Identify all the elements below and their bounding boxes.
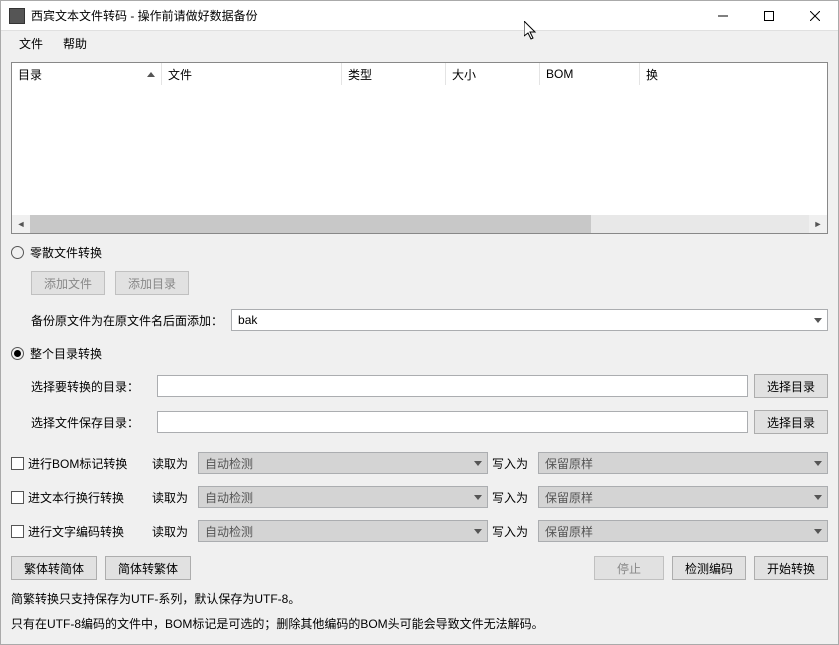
backup-suffix-combo[interactable]: bak: [231, 309, 828, 331]
radio-single-files[interactable]: [11, 246, 24, 259]
source-dir-label: 选择要转换的目录：: [31, 378, 151, 395]
mode-whole-dir[interactable]: 整个目录转换: [11, 335, 828, 368]
chevron-down-icon[interactable]: [809, 487, 827, 507]
col-dir[interactable]: 目录: [12, 63, 162, 85]
bom-read-combo[interactable]: 自动检测: [198, 452, 488, 474]
save-dir-label: 选择文件保存目录：: [31, 414, 151, 431]
menu-file[interactable]: 文件: [9, 31, 53, 56]
col-line[interactable]: 换: [640, 63, 827, 85]
menubar: 文件 帮助: [1, 31, 838, 56]
start-button[interactable]: 开始转换: [754, 556, 828, 580]
radio-whole-dir[interactable]: [11, 347, 24, 360]
col-size[interactable]: 大小: [446, 63, 540, 85]
line-write-label: 写入为: [492, 489, 534, 506]
window-title: 西宾文本文件转码 - 操作前请做好数据备份: [31, 7, 700, 24]
encoding-write-label: 写入为: [492, 523, 534, 540]
encoding-read-label: 读取为: [152, 523, 194, 540]
titlebar: 西宾文本文件转码 - 操作前请做好数据备份: [1, 1, 838, 31]
bom-read-label: 读取为: [152, 455, 194, 472]
minimize-button[interactable]: [700, 1, 746, 31]
bom-write-combo[interactable]: 保留原样: [538, 452, 828, 474]
detect-button[interactable]: 检测编码: [672, 556, 746, 580]
choose-source-dir-button[interactable]: 选择目录: [754, 374, 828, 398]
mode-single-files-label: 零散文件转换: [30, 244, 102, 261]
col-file[interactable]: 文件: [162, 63, 342, 85]
close-button[interactable]: [792, 1, 838, 31]
chevron-down-icon[interactable]: [469, 487, 487, 507]
source-dir-input[interactable]: [157, 375, 748, 397]
line-write-combo[interactable]: 保留原样: [538, 486, 828, 508]
maximize-button[interactable]: [746, 1, 792, 31]
hint-bom: 只有在UTF-8编码的文件中，BOM标记是可选的；删除其他编码的BOM头可能会导…: [11, 609, 828, 634]
app-icon: [9, 8, 25, 24]
menu-help[interactable]: 帮助: [53, 31, 97, 56]
file-table: 目录 文件 类型 大小 BOM 换 ◄ ►: [11, 62, 828, 234]
backup-label: 备份原文件为在原文件名后面添加：: [31, 312, 223, 329]
line-read-combo[interactable]: 自动检测: [198, 486, 488, 508]
line-read-label: 读取为: [152, 489, 194, 506]
backup-suffix-value: bak: [238, 313, 257, 327]
hint-utf: 简繁转换只支持保存为UTF-系列，默认保存为UTF-8。: [11, 584, 828, 609]
chevron-down-icon[interactable]: [469, 453, 487, 473]
bom-write-label: 写入为: [492, 455, 534, 472]
chevron-down-icon[interactable]: [809, 521, 827, 541]
encoding-write-combo[interactable]: 保留原样: [538, 520, 828, 542]
mode-single-files[interactable]: 零散文件转换: [11, 234, 828, 267]
trad-to-simp-button[interactable]: 繁体转简体: [11, 556, 97, 580]
table-body: [12, 85, 827, 215]
save-dir-input[interactable]: [157, 411, 748, 433]
add-file-button[interactable]: 添加文件: [31, 271, 105, 295]
line-checkbox[interactable]: [11, 491, 24, 504]
encoding-checkbox[interactable]: [11, 525, 24, 538]
col-bom[interactable]: BOM: [540, 63, 640, 85]
chevron-down-icon[interactable]: [469, 521, 487, 541]
encoding-option-label: 进行文字编码转换: [28, 523, 148, 540]
bom-option-label: 进行BOM标记转换: [28, 455, 148, 472]
chevron-down-icon[interactable]: [809, 310, 827, 330]
bom-checkbox[interactable]: [11, 457, 24, 470]
encoding-read-combo[interactable]: 自动检测: [198, 520, 488, 542]
line-option-label: 进文本行换行转换: [28, 489, 148, 506]
hscroll-thumb[interactable]: [30, 215, 591, 233]
hscroll[interactable]: ◄ ►: [12, 215, 827, 233]
scroll-right-icon[interactable]: ►: [809, 215, 827, 233]
choose-save-dir-button[interactable]: 选择目录: [754, 410, 828, 434]
stop-button[interactable]: 停止: [594, 556, 664, 580]
simp-to-trad-button[interactable]: 简体转繁体: [105, 556, 191, 580]
chevron-down-icon[interactable]: [809, 453, 827, 473]
add-dir-button[interactable]: 添加目录: [115, 271, 189, 295]
col-type[interactable]: 类型: [342, 63, 446, 85]
scroll-left-icon[interactable]: ◄: [12, 215, 30, 233]
mode-whole-dir-label: 整个目录转换: [30, 345, 102, 362]
